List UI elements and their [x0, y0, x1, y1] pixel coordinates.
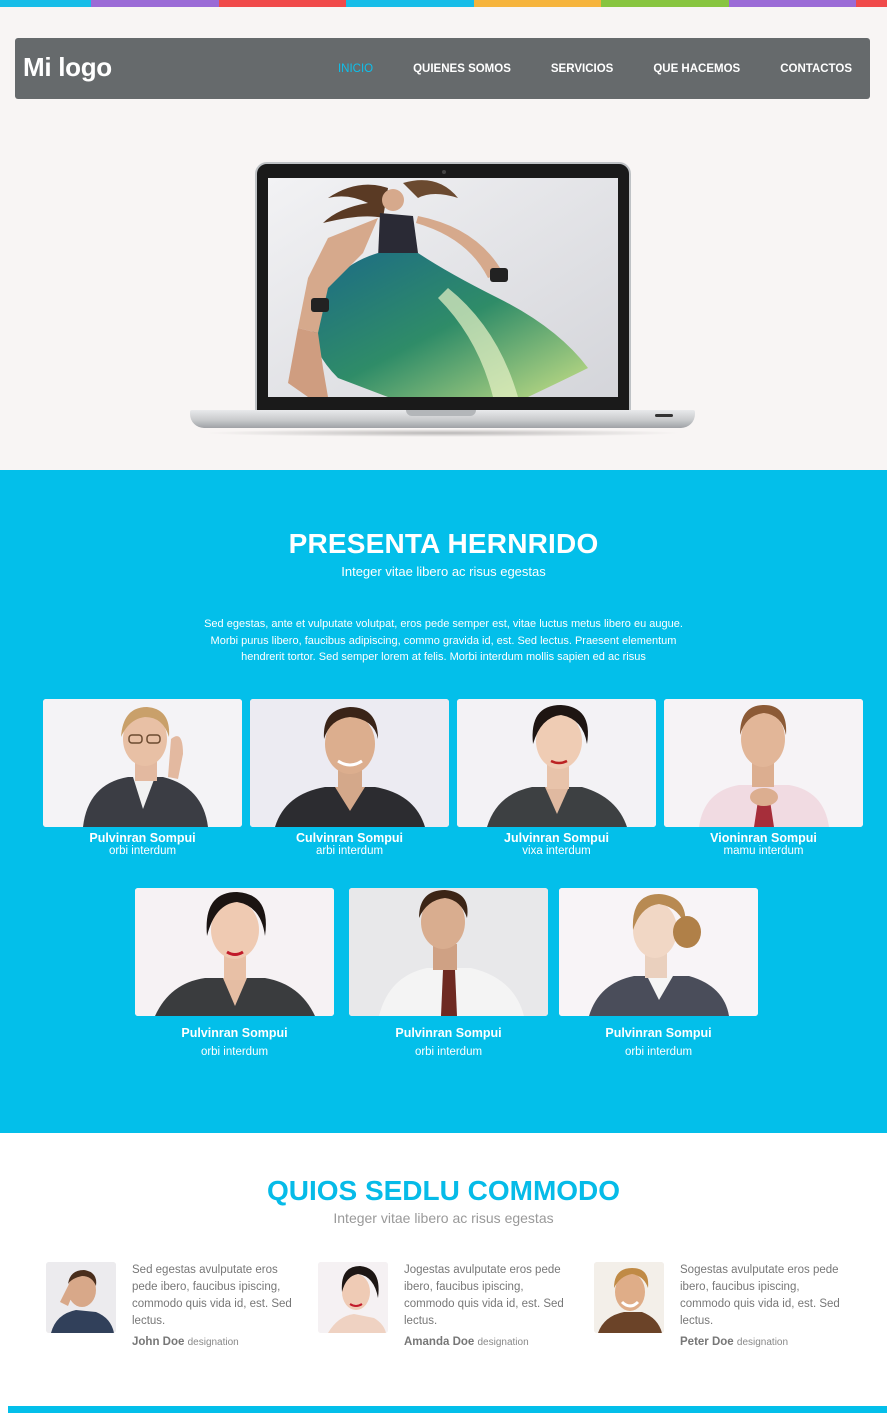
testimonials-subtitle: Integer vitae libero ac risus egestas — [333, 1210, 554, 1226]
member-role: vixa interdum — [522, 845, 591, 857]
member-photo — [559, 888, 758, 1016]
hero-section: Mi logo INICIO QUIENES SOMOS SERVICIOS Q… — [0, 7, 887, 470]
top-color-strip — [0, 0, 887, 7]
team-description: Sed egestas, ante et vulputate volutpat,… — [204, 618, 683, 663]
nav-item-que-hacemos[interactable]: QUE HACEMOS — [653, 63, 740, 75]
member-name: Culvinran Sompui — [296, 831, 403, 845]
author-designation: designation — [187, 1337, 239, 1348]
member-role: mamu interdum — [723, 845, 804, 857]
member-role: orbi interdum — [108, 845, 177, 857]
team-section: PRESENTA HERNRIDO Integer vitae libero a… — [0, 470, 887, 1133]
member-photo — [457, 699, 656, 827]
laptop-lid — [255, 162, 631, 412]
footer-accent-line — [8, 1406, 887, 1413]
testimonials-section: QUIOS SEDLU COMMODO Integer vitae libero… — [0, 1133, 887, 1405]
testimonial-text: Sogestas avulputate eros pede ibero, fau… — [680, 1264, 840, 1327]
testimonials-title: QUIOS SEDLU COMMODO — [266, 1175, 621, 1206]
laptop-mockup — [190, 162, 695, 447]
team-member-card[interactable]: Vioninran Sompui mamu interdum — [664, 699, 863, 857]
strip-segment — [474, 0, 601, 7]
member-name: Pulvinran Sompui — [181, 1026, 288, 1040]
nav-item-contactos[interactable]: CONTACTOS — [780, 63, 852, 75]
member-role: arbi interdum — [315, 845, 384, 857]
team-member-card[interactable]: Julvinran Sompui vixa interdum — [457, 699, 656, 857]
strip-segment — [729, 0, 856, 7]
laptop-slot — [655, 414, 673, 417]
member-role: orbi interdum — [414, 1046, 483, 1058]
member-name: Vioninran Sompui — [710, 831, 817, 845]
member-name: Julvinran Sompui — [504, 831, 609, 845]
team-title: PRESENTA HERNRIDO — [288, 528, 599, 559]
strip-segment — [91, 0, 219, 7]
testimonial-text: Sed egestas avulputate eros pede ibero, … — [132, 1264, 292, 1327]
testimonial-text: Jogestas avulputate eros pede ibero, fau… — [404, 1264, 564, 1327]
author-name: Amanda Doe — [404, 1336, 475, 1348]
member-role: orbi interdum — [624, 1046, 693, 1058]
member-photo — [349, 888, 548, 1016]
member-photo — [135, 888, 334, 1016]
member-name: Pulvinran Sompui — [89, 831, 196, 845]
member-photo — [664, 699, 863, 827]
team-member-card[interactable]: Pulvinran Sompui orbi interdum — [559, 888, 758, 1058]
testimonial-author: Peter Doe designation — [680, 1336, 860, 1348]
strip-segment — [219, 0, 346, 7]
strip-segment — [856, 0, 887, 7]
testimonial-photo — [46, 1262, 116, 1333]
navbar: Mi logo INICIO QUIENES SOMOS SERVICIOS Q… — [15, 38, 870, 99]
author-designation: designation — [477, 1337, 529, 1348]
strip-segment — [0, 0, 91, 7]
nav-item-servicios[interactable]: SERVICIOS — [551, 63, 613, 75]
team-member-card[interactable]: Pulvinran Sompui orbi interdum — [43, 699, 242, 857]
author-name: John Doe — [132, 1336, 185, 1348]
main-nav: INICIO QUIENES SOMOS SERVICIOS QUE HACEM… — [298, 38, 852, 99]
laptop-base — [190, 410, 695, 428]
member-name: Pulvinran Sompui — [605, 1026, 712, 1040]
nav-item-quienes-somos[interactable]: QUIENES SOMOS — [413, 63, 511, 75]
hero-image-fashion-model — [268, 178, 618, 397]
team-subtitle: Integer vitae libero ac risus egestas — [341, 564, 546, 579]
strip-segment — [601, 0, 729, 7]
webcam-dot — [442, 170, 446, 174]
strip-segment — [346, 0, 474, 7]
member-photo — [43, 699, 242, 827]
author-name: Peter Doe — [680, 1336, 734, 1348]
team-member-card[interactable]: Pulvinran Sompui orbi interdum — [349, 888, 548, 1058]
member-role: orbi interdum — [200, 1046, 269, 1058]
team-member-card[interactable]: Pulvinran Sompui orbi interdum — [135, 888, 334, 1058]
site-logo[interactable]: Mi logo — [23, 52, 112, 83]
author-designation: designation — [736, 1337, 789, 1348]
team-member-card[interactable]: Culvinran Sompui arbi interdum — [250, 699, 449, 857]
laptop-shadow — [202, 429, 683, 437]
member-name: Pulvinran Sompui — [395, 1026, 502, 1040]
testimonial-author: John Doe designation — [132, 1336, 312, 1348]
testimonial-author: Amanda Doe designation — [404, 1336, 584, 1348]
testimonial-photo — [318, 1262, 388, 1333]
testimonial-photo — [594, 1262, 664, 1333]
member-photo — [250, 699, 449, 827]
laptop-notch — [406, 410, 476, 416]
nav-item-inicio[interactable]: INICIO — [338, 63, 373, 75]
